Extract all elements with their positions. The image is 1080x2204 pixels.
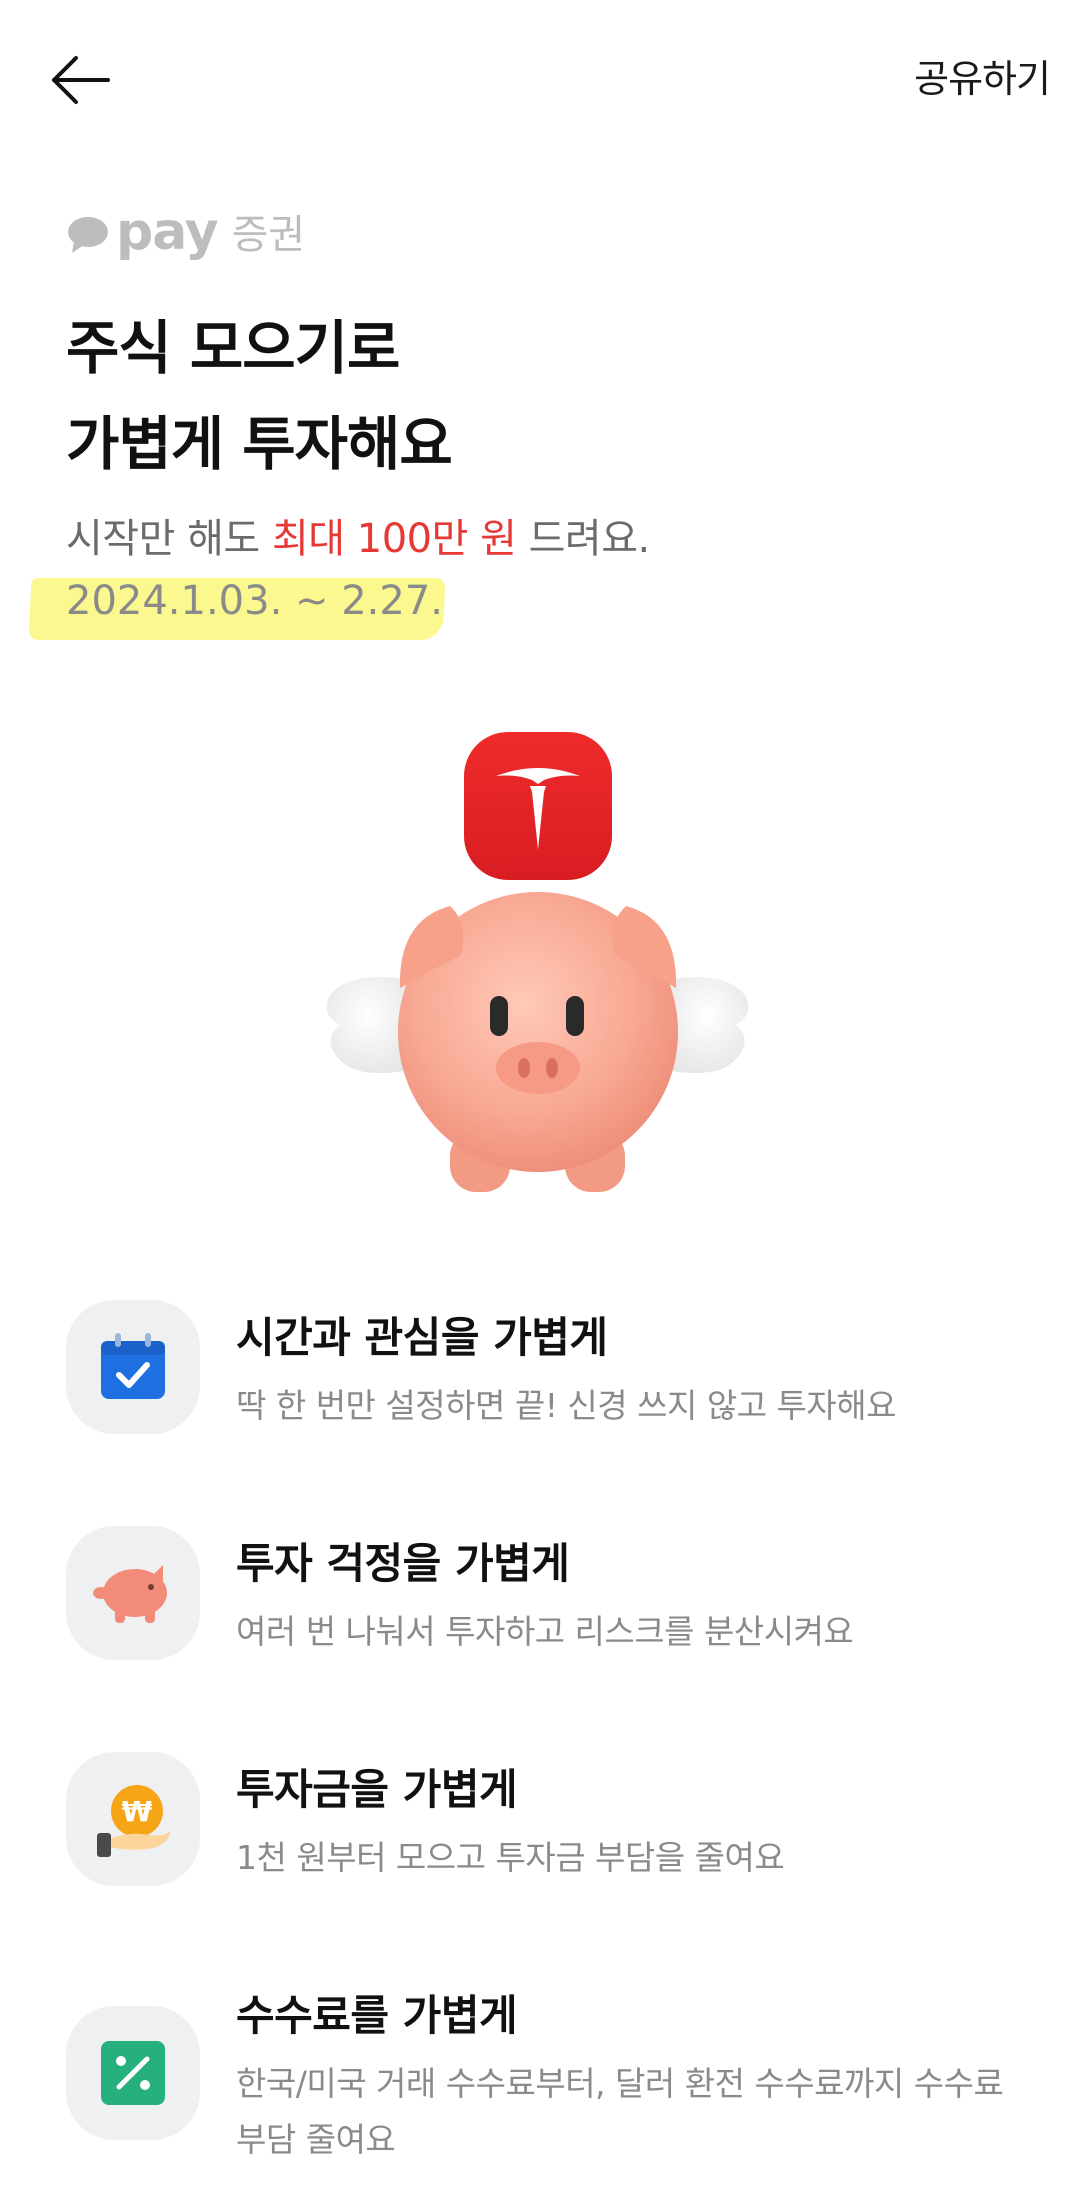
event-period: 2024.1.03. ~ 2.27. (28, 572, 446, 644)
page-title-line2: 가볍게 투자해요 (66, 410, 453, 478)
brand-securities-text: 증권 (231, 212, 306, 258)
wing-left (326, 977, 410, 1074)
back-button[interactable] (40, 40, 120, 120)
feature-item: 투자 걱정을 가볍게 여러 번 나눠서 투자하고 리스크를 분산시켜요 (66, 1526, 1026, 1676)
feature-title: 투자금을 가볍게 (236, 1765, 518, 1814)
promo-subtitle: 시작만 해도 최대 100만 원 드려요. (66, 506, 650, 564)
page-title-line1: 주식 모으기로 (66, 314, 400, 382)
svg-text:₩: ₩ (122, 1795, 153, 1828)
promo-prefix: 시작만 해도 (66, 516, 272, 562)
feature-icon-box (66, 1300, 200, 1434)
feature-item: ₩ 투자금을 가볍게 1천 원부터 모으고 투자금 부담을 줄여요 (66, 1752, 1026, 1902)
arrow-left-icon (52, 56, 110, 104)
percent-fee-icon (101, 2041, 165, 2105)
brand-pay-text: pay (116, 202, 219, 262)
feature-item: 수수료를 가볍게 한국/미국 거래 수수료부터, 달러 환전 수수료까지 수수료… (66, 1978, 1026, 2159)
feature-icon-box (66, 1526, 200, 1660)
brand-logo: pay 증권 (66, 206, 306, 258)
event-period-text: 2024.1.03. ~ 2.27. (66, 578, 444, 624)
promo-highlight: 최대 100만 원 (271, 516, 517, 562)
feature-title: 시간과 관심을 가볍게 (236, 1313, 608, 1362)
feature-description: 1천 원부터 모으고 투자금 부담을 줄여요 (236, 1838, 785, 1877)
page-title: 주식 모으기로 가볍게 투자해요 (66, 300, 453, 492)
speech-bubble-icon (68, 217, 108, 253)
feature-icon-box: ₩ (66, 1752, 200, 1886)
tesla-logo-icon (464, 732, 612, 880)
piggy-mascot (398, 892, 678, 1172)
won-coin-hand-icon: ₩ (97, 1785, 171, 1857)
feature-description: 딱 한 번만 설정하면 끝! 신경 쓰지 않고 투자해요 (236, 1386, 897, 1425)
top-bar: 공유하기 (0, 0, 1080, 160)
hero-illustration (326, 732, 749, 1192)
feature-icon-box (66, 2006, 200, 2140)
feature-title: 수수료를 가볍게 (236, 1991, 518, 2040)
promo-suffix: 드려요. (516, 516, 651, 562)
feature-description: 한국/미국 거래 수수료부터, 달러 환전 수수료까지 수수료 부담 줄여요 (236, 2064, 1004, 2159)
piggy-bank-icon (93, 1565, 167, 1623)
feature-item: 시간과 관심을 가볍게 딱 한 번만 설정하면 끝! 신경 쓰지 않고 투자해요 (66, 1300, 1026, 1450)
feature-description: 여러 번 나눠서 투자하고 리스크를 분산시켜요 (236, 1612, 854, 1651)
calendar-check-icon (101, 1333, 165, 1399)
share-button[interactable]: 공유하기 (914, 48, 1051, 103)
feature-title: 투자 걱정을 가볍게 (236, 1539, 570, 1588)
